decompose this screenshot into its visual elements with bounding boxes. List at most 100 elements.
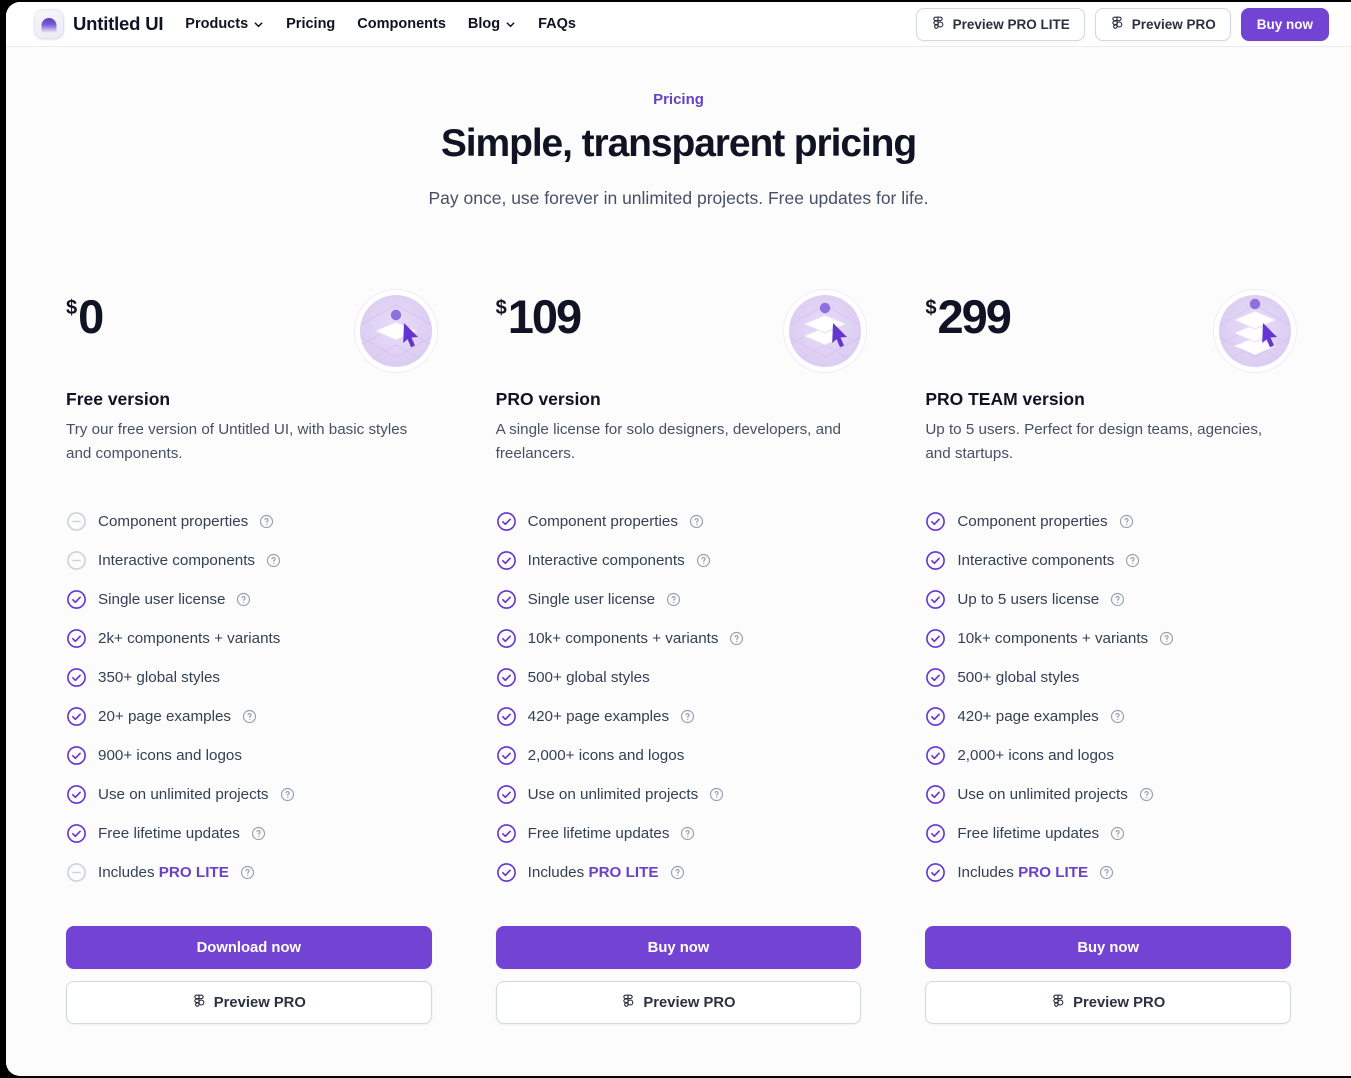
feature-label: 2,000+ icons and logos	[527, 747, 685, 765]
plan-price: $0	[66, 293, 104, 340]
preview-pro-lite-button[interactable]: Preview PRO LITE	[915, 7, 1085, 41]
plan-actions: Download now Preview PRO	[66, 926, 432, 1025]
plan-preview-button[interactable]: Preview PRO	[495, 981, 862, 1025]
help-circle-icon[interactable]	[666, 592, 681, 607]
plan-price: $109	[496, 290, 583, 343]
pricing-card: $109 PRO version A single license for solo…	[495, 290, 862, 1025]
preview-pro-button[interactable]: Preview PRO	[1094, 7, 1231, 41]
price-amount: 109	[507, 290, 582, 343]
feature-label: 20+ page examples	[98, 708, 231, 726]
feature-item: 500+ global styles	[925, 658, 1291, 697]
help-circle-icon[interactable]	[729, 631, 744, 646]
nav-item-blog[interactable]: Blog	[468, 16, 516, 32]
nav-item-products[interactable]: Products	[185, 16, 264, 32]
feature-item: Interactive components	[496, 541, 862, 580]
plan-preview-button[interactable]: Preview PRO	[925, 981, 1291, 1025]
feature-label: 500+ global styles	[957, 669, 1080, 687]
button-label: Buy now	[1077, 939, 1139, 956]
feature-label: 2k+ components + variants	[98, 630, 281, 648]
feature-item: Interactive components	[66, 541, 432, 580]
help-circle-icon[interactable]	[259, 514, 274, 529]
feature-label: 500+ global styles	[527, 669, 650, 687]
check-circle-icon	[496, 629, 516, 648]
plan-price: $299	[925, 290, 1012, 343]
brand-logo[interactable]: Untitled UI	[34, 9, 163, 39]
feature-item: Free lifetime updates	[925, 814, 1291, 853]
feature-list: Component properties Interactive componen…	[66, 502, 432, 892]
check-circle-icon	[67, 785, 86, 804]
help-circle-icon[interactable]	[680, 826, 695, 841]
nav-item-components[interactable]: Components	[357, 16, 446, 32]
feature-item: Single user license	[66, 580, 432, 619]
feature-label: Free lifetime updates	[527, 825, 670, 843]
check-circle-icon	[67, 746, 86, 765]
minus-circle-icon	[67, 512, 86, 531]
feature-label: Single user license	[527, 591, 656, 609]
help-circle-icon[interactable]	[696, 553, 711, 568]
help-circle-icon[interactable]	[1110, 592, 1125, 607]
help-circle-icon[interactable]	[1125, 553, 1140, 568]
feature-item: Single user license	[496, 580, 862, 619]
nav-item-pricing[interactable]: Pricing	[286, 16, 335, 32]
help-circle-icon[interactable]	[670, 865, 685, 880]
help-circle-icon[interactable]	[1139, 787, 1154, 802]
main-nav: Products Pricing Components Blog FAQs	[185, 16, 576, 32]
help-circle-icon[interactable]	[242, 709, 257, 724]
help-circle-icon[interactable]	[1110, 826, 1125, 841]
price-amount: 299	[937, 290, 1011, 343]
chevron-down-icon	[506, 21, 515, 27]
page-title: Simple, transparent pricing	[440, 122, 917, 165]
check-circle-icon	[926, 824, 946, 843]
pricing-card: $0 Free version Try our free version of Un…	[66, 293, 432, 1025]
feature-label: Up to 5 users license	[957, 591, 1100, 609]
plan-name: PRO version	[495, 389, 601, 409]
single-layer-cursor-icon	[359, 295, 432, 367]
nav-label: FAQs	[538, 16, 576, 32]
feature-item: Free lifetime updates	[496, 814, 862, 853]
nav-item-faqs[interactable]: FAQs	[538, 16, 576, 32]
feature-label: Interactive components	[957, 552, 1115, 570]
nav-label: Components	[357, 16, 446, 32]
check-circle-icon	[926, 590, 946, 609]
feature-label: Includes PRO LITE	[957, 864, 1089, 882]
button-label: Buy now	[647, 939, 710, 956]
plan-primary-button[interactable]: Download now	[66, 926, 432, 970]
check-circle-icon	[926, 785, 946, 804]
help-circle-icon[interactable]	[1110, 709, 1125, 724]
help-circle-icon[interactable]	[280, 787, 295, 802]
page-eyebrow: Pricing	[653, 91, 704, 108]
help-circle-icon[interactable]	[240, 865, 255, 880]
plan-name: Free version	[66, 389, 171, 409]
help-circle-icon[interactable]	[251, 826, 266, 841]
plan-primary-button[interactable]: Buy now	[925, 926, 1291, 970]
button-label: Buy now	[1256, 16, 1313, 32]
feature-item: 10k+ components + variants	[496, 619, 862, 658]
help-circle-icon[interactable]	[709, 787, 724, 802]
help-circle-icon[interactable]	[680, 709, 695, 724]
help-circle-icon[interactable]	[689, 514, 704, 529]
feature-list: Component properties Interactive componen…	[496, 502, 862, 892]
check-circle-icon	[926, 746, 946, 765]
header-actions: Preview PRO LITE Preview PRO Buy now	[915, 7, 1329, 41]
feature-item: 420+ page examples	[496, 697, 862, 736]
nav-label: Blog	[467, 16, 501, 32]
feature-item: Up to 5 users license	[925, 580, 1291, 619]
button-label: Preview PRO	[643, 994, 736, 1011]
check-circle-icon	[496, 551, 516, 570]
plan-preview-button[interactable]: Preview PRO	[66, 981, 432, 1025]
help-circle-icon[interactable]	[236, 592, 251, 607]
check-circle-icon	[926, 512, 946, 531]
plan-primary-button[interactable]: Buy now	[495, 926, 862, 970]
plan-header: $299	[925, 293, 1291, 367]
plan-name: PRO TEAM version	[925, 389, 1085, 409]
help-circle-icon[interactable]	[1159, 631, 1174, 646]
help-circle-icon[interactable]	[266, 553, 281, 568]
site-header: Untitled UI Products Pricing Components …	[6, 2, 1351, 47]
help-circle-icon[interactable]	[1099, 865, 1114, 880]
feature-label: Includes PRO LITE	[98, 864, 229, 882]
feature-item: Includes PRO LITE	[496, 853, 862, 892]
feature-item: Includes PRO LITE	[66, 853, 432, 892]
check-circle-icon	[496, 668, 516, 687]
help-circle-icon[interactable]	[1119, 514, 1134, 529]
buy-now-button[interactable]: Buy now	[1240, 7, 1329, 41]
